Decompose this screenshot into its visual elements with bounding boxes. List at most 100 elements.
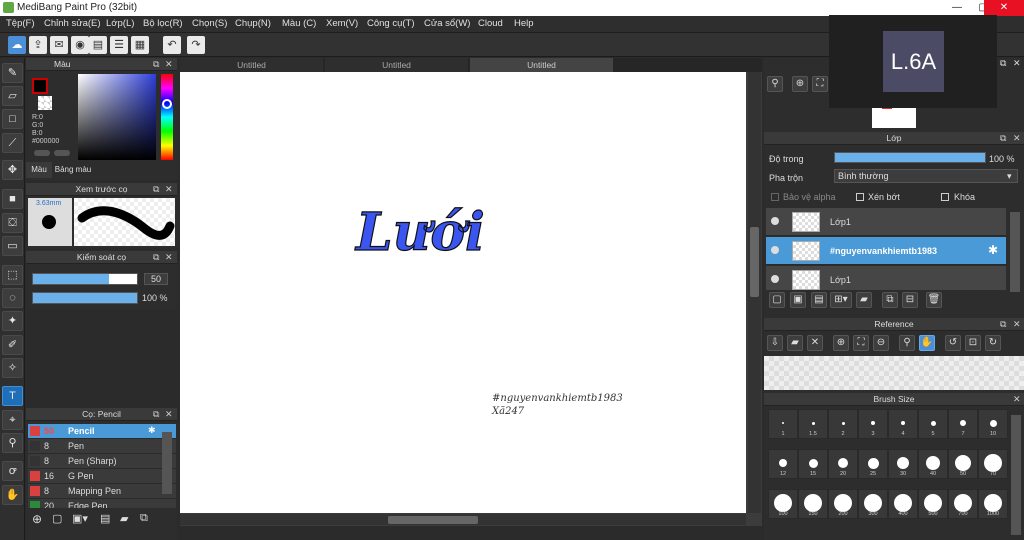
undock-icon[interactable]: ⧉ [153,183,159,196]
brush-size-option[interactable]: 700 [948,489,978,519]
close-panel-icon[interactable]: ✕ [1013,318,1021,331]
brush-list-item[interactable]: 8 Pen (Sharp) [28,454,176,469]
menu-window[interactable]: Cửa sổ(W) [424,18,470,29]
tab-palette[interactable]: Bảng màu [52,162,94,178]
blend-mode-select[interactable]: Bình thường ▾ [834,169,1018,183]
select-rect-tool-icon[interactable]: ⬚ [2,265,23,285]
eye-icon[interactable] [771,275,779,283]
brush-size-option[interactable]: 100 [768,489,798,519]
undock-icon[interactable]: ⧉ [153,58,159,71]
saturation-value-picker[interactable] [78,74,156,160]
layer-row[interactable]: Lớp1 [766,266,1006,290]
layer-folder-icon[interactable]: ▰ [856,292,872,308]
new-8bit-layer-icon[interactable]: ▤ [811,292,827,308]
brush-size-option[interactable]: 1.5 [798,409,828,439]
new-brush-icon[interactable]: ▢ [52,512,62,525]
menu-filter[interactable]: Bộ lọc(R) [143,18,183,29]
brush-size-option[interactable]: 400 [888,489,918,519]
reference-canvas[interactable] [764,356,1024,390]
eyedropper-tool-icon[interactable]: ꝍ [2,461,23,481]
layer-row[interactable]: #nguyenvankhiemtb1983 ✱ [766,237,1006,265]
grid-icon[interactable]: ▦ [131,36,149,54]
close-panel-icon[interactable]: ✕ [165,251,173,264]
brush-copy-icon[interactable]: ⧉ [140,512,148,525]
brush-size-option[interactable]: 300 [858,489,888,519]
eye-icon[interactable] [771,246,779,254]
brush-size-option[interactable]: 5 [918,409,948,439]
zoom-out-icon[interactable]: ⊖ [873,335,889,351]
rotate-left-icon[interactable]: ↺ [945,335,961,351]
share-icon[interactable]: ◉ [71,36,89,54]
document-icon[interactable]: ▤ [89,36,107,54]
undock-icon[interactable]: ⧉ [1000,58,1006,69]
undock-icon[interactable]: ⧉ [1000,318,1006,331]
fit-view-icon[interactable]: ⛶ [812,76,828,92]
brush-list-item[interactable]: 16 G Pen [28,469,176,484]
menu-select[interactable]: Chọn(S) [192,18,227,29]
undock-icon[interactable]: ⧉ [153,251,159,264]
dropper-tool-icon[interactable]: ⚲ [2,433,23,453]
swap-colors-button[interactable] [34,150,50,156]
menu-file[interactable]: Tệp(F) [6,18,35,29]
close-reference-icon[interactable]: ✕ [807,335,823,351]
gear-icon[interactable]: ✱ [148,425,156,436]
zoom-in-icon[interactable]: ⊕ [792,76,808,92]
layer-add-menu-icon[interactable]: ⊞▾ [830,292,852,308]
hand-icon[interactable]: ✋ [919,335,935,351]
clipping-checkbox[interactable] [856,193,864,201]
menu-cloud[interactable]: Cloud [478,18,503,29]
foreground-color-swatch[interactable] [32,78,48,94]
fill-rect-tool-icon[interactable]: ■ [2,189,23,209]
merge-layer-icon[interactable]: ⊟ [902,292,918,308]
eye-icon[interactable] [771,217,779,225]
layer-row[interactable]: Lớp1 [766,208,1006,236]
brush-size-option[interactable]: 10 [978,409,1008,439]
close-panel-icon[interactable]: ✕ [1013,132,1021,145]
close-panel-icon[interactable]: ✕ [1013,58,1021,69]
operation-tool-icon[interactable]: ⌖ [2,410,23,430]
brush-size-option[interactable]: 3 [858,409,888,439]
menu-capture[interactable]: Chụp(N) [235,18,271,29]
move-tool-icon[interactable]: ✥ [2,160,23,180]
hue-slider[interactable] [161,74,173,160]
brush-list-item[interactable]: 8 Pen [28,439,176,454]
add-brush-icon[interactable]: ⊕ [32,512,42,526]
horizontal-scrollbar[interactable] [180,514,746,525]
gear-icon[interactable]: ✱ [988,243,998,257]
brush-size-option[interactable]: 200 [828,489,858,519]
hand-tool-icon[interactable]: ✋ [2,485,23,505]
layer-opacity-slider[interactable] [834,152,986,163]
close-panel-icon[interactable]: ✕ [165,58,173,71]
doc-tab-1[interactable]: Untitled [180,58,323,72]
comment-icon[interactable]: ✉ [50,36,68,54]
hue-slider-handle[interactable] [162,99,172,109]
select-pen-tool-icon[interactable]: ✐ [2,335,23,355]
brush-size-slider[interactable] [32,273,138,285]
brush-size-option[interactable]: 1000 [978,489,1008,519]
gradient-tool-icon[interactable]: ▭ [2,236,23,256]
vertical-scrollbar[interactable] [748,72,761,513]
brush-tool-icon[interactable]: ✎ [2,63,23,83]
brush-size-option[interactable]: 2 [828,409,858,439]
fit-icon[interactable]: ⛶ [853,335,869,351]
brush-size-option[interactable]: 20 [828,449,858,479]
brush-folder-icon[interactable]: ▰ [120,512,128,525]
fit-screen-icon[interactable]: ⊡ [965,335,981,351]
open-folder-icon[interactable]: ▰ [787,335,803,351]
brush-size-option[interactable]: 12 [768,449,798,479]
upload-icon[interactable]: ⇪ [29,36,47,54]
new-layer-icon[interactable]: ▢ [769,292,785,308]
duplicate-layer-icon[interactable]: ⧉ [882,292,898,308]
close-panel-icon[interactable]: ✕ [165,183,173,196]
zoom-in-icon[interactable]: ⊕ [833,335,849,351]
eyedropper-icon[interactable]: ⚲ [899,335,915,351]
doc-tab-3[interactable]: Untitled [470,58,613,72]
brush-size-option[interactable]: 50 [948,449,978,479]
horizontal-scroll-thumb[interactable] [388,516,478,524]
brush-size-option[interactable]: 7 [948,409,978,439]
redo-icon[interactable]: ↷ [187,36,205,54]
new-halftone-layer-icon[interactable]: ▣ [790,292,806,308]
doc-tab-2[interactable]: Untitled [325,58,468,72]
brush-properties-icon[interactable]: ▤ [100,512,110,525]
menu-help[interactable]: Help [514,18,534,29]
